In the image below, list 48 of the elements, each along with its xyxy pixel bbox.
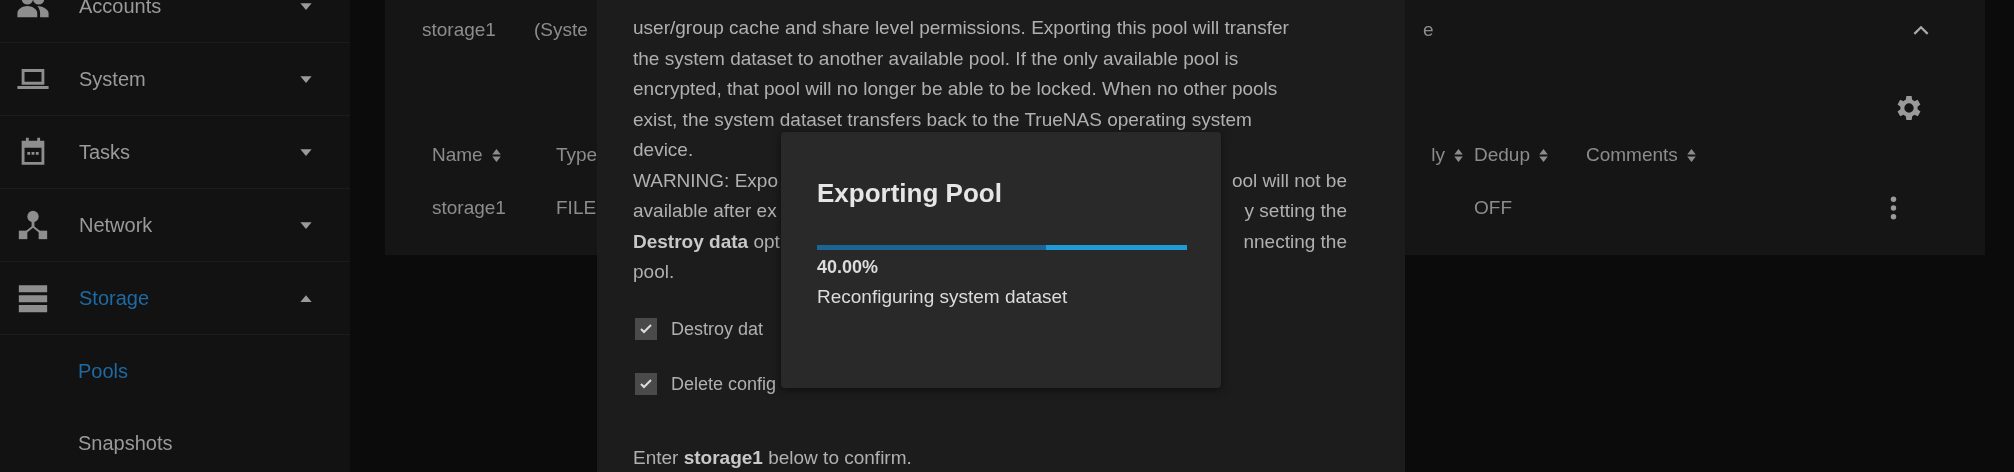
checkbox-label: Destroy dat bbox=[671, 318, 764, 340]
dialog-text: y setting the bbox=[1244, 199, 1347, 223]
dialog-text: ool will not be bbox=[1231, 168, 1347, 193]
sidebar-item[interactable]: System bbox=[0, 43, 350, 116]
caret-icon bbox=[299, 220, 313, 230]
confirm-text: Enter storage1 below to confirm. bbox=[633, 445, 913, 470]
dialog-text: available after ex bbox=[633, 199, 777, 223]
checkbox-label: Delete config bbox=[671, 373, 777, 395]
caret-icon bbox=[299, 147, 313, 157]
table-cell: FILE bbox=[556, 196, 597, 219]
sidebar-subitem[interactable]: Pools bbox=[0, 335, 350, 407]
network-icon bbox=[16, 208, 50, 242]
checkbox[interactable] bbox=[635, 373, 657, 395]
more-icon[interactable] bbox=[1890, 195, 1897, 220]
sidebar-item[interactable]: Tasks bbox=[0, 116, 350, 189]
column-header[interactable]: Comments bbox=[1586, 144, 1881, 166]
sort-icon bbox=[490, 147, 502, 163]
sidebar-item[interactable]: Network bbox=[0, 189, 350, 262]
dialog-text: WARNING: Expo bbox=[633, 168, 778, 193]
caret-icon bbox=[299, 293, 313, 303]
dialog-text: nnecting the bbox=[1243, 229, 1347, 254]
sort-icon bbox=[1453, 147, 1464, 163]
dialog-text: Destroy data opt bbox=[633, 229, 780, 254]
sidebar-subitem[interactable]: Snapshots bbox=[0, 407, 350, 472]
collapse-icon[interactable] bbox=[1913, 25, 1929, 35]
pool-status: e bbox=[1423, 19, 1435, 41]
dialog-text: pool. bbox=[633, 260, 675, 284]
progress-percent: 40.00% bbox=[817, 256, 880, 278]
table-cell: OFF bbox=[1474, 196, 1512, 219]
sort-icon bbox=[1538, 147, 1549, 163]
checkbox[interactable] bbox=[635, 318, 657, 340]
pool-status: (Syste bbox=[534, 19, 589, 41]
table-cell: storage1 bbox=[432, 196, 506, 219]
column-header[interactable]: Dedup bbox=[1474, 144, 1586, 166]
caret-icon bbox=[299, 74, 313, 84]
dialog-text: device. bbox=[633, 138, 694, 162]
dialog-text: exist, the system dataset transfers back to the TrueNAS operating system bbox=[633, 107, 1252, 132]
pool-name: storage1 bbox=[422, 19, 497, 41]
dialog-text: the system dataset to another available pool. If the only available pool is bbox=[633, 46, 1239, 71]
column-header[interactable]: Name bbox=[432, 144, 556, 166]
sidebar-item[interactable]: Storage bbox=[0, 262, 350, 335]
caret-icon bbox=[299, 1, 313, 11]
dialog-text: encrypted, that pool will no longer be able to be locked. When no other pools bbox=[633, 77, 1278, 101]
progress-message: Reconfiguring system dataset bbox=[817, 286, 1069, 308]
dialog-text: user/group cache and share level permissions. Exporting this pool will transfer bbox=[633, 16, 1289, 40]
sort-icon bbox=[1685, 147, 1697, 163]
dialog-title: Exporting Pool bbox=[817, 178, 1003, 208]
column-header[interactable]: ly bbox=[1393, 144, 1474, 166]
